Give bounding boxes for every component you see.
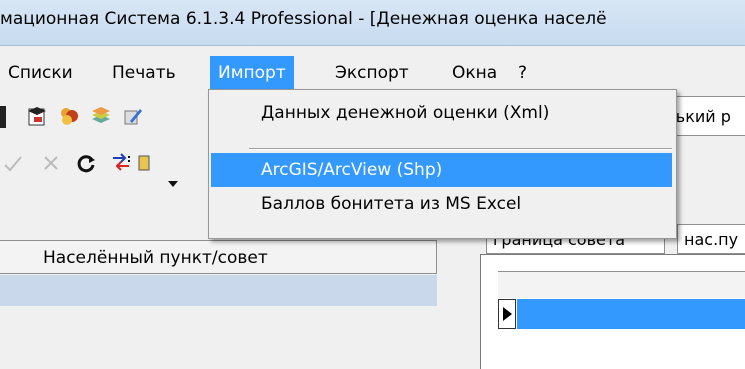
edit-pencil-icon[interactable] [122, 105, 144, 127]
title-bar: мационная Система 6.1.3.4 Professional -… [0, 0, 745, 46]
layers-icon[interactable] [90, 105, 112, 127]
refresh-icon[interactable] [76, 152, 98, 174]
selected-row[interactable] [0, 275, 437, 306]
window-title: мационная Система 6.1.3.4 Professional -… [0, 9, 607, 29]
right-data-grid [480, 254, 745, 369]
toolbar-separator-icon [0, 106, 6, 128]
menu-export[interactable]: Экспорт [327, 56, 417, 90]
checkmark-icon[interactable] [2, 152, 24, 174]
cancel-icon[interactable] [40, 152, 62, 174]
menu-import[interactable]: Импорт [210, 56, 294, 90]
row-indicator-icon[interactable] [498, 299, 516, 329]
grid-selected-row[interactable] [517, 299, 745, 329]
document-hat-icon[interactable] [26, 105, 48, 127]
menu-bar: Списки Печать Импорт Экспорт Окна ? [0, 56, 745, 90]
toolbar-top [0, 95, 208, 139]
toolbar-bottom [0, 143, 208, 187]
menu-item-import-xml[interactable]: Данных денежной оценки (Xml) [211, 96, 672, 130]
import-menu-dropdown: Данных денежной оценки (Xml) ArcGIS/ArcV… [208, 89, 677, 239]
dropdown-arrow-icon[interactable] [168, 174, 178, 187]
partial-icon[interactable] [138, 152, 150, 174]
tab-settlement[interactable]: нас.пу [677, 224, 745, 254]
menu-item-import-excel[interactable]: Баллов бонитета из MS Excel [211, 187, 672, 221]
sort-arrows-icon[interactable] [110, 152, 132, 174]
column-header-settlement[interactable]: Населённый пункт/совет [0, 240, 437, 274]
menu-item-import-shp[interactable]: ArcGIS/ArcView (Shp) [211, 153, 672, 187]
menu-print[interactable]: Печать [104, 56, 184, 90]
menu-lists[interactable]: Списки [0, 56, 81, 90]
grid-header-row [498, 271, 745, 298]
people-icon[interactable] [58, 105, 80, 127]
menu-help[interactable]: ? [510, 56, 535, 90]
menu-separator [249, 148, 672, 150]
menu-windows[interactable]: Окна [444, 56, 505, 90]
